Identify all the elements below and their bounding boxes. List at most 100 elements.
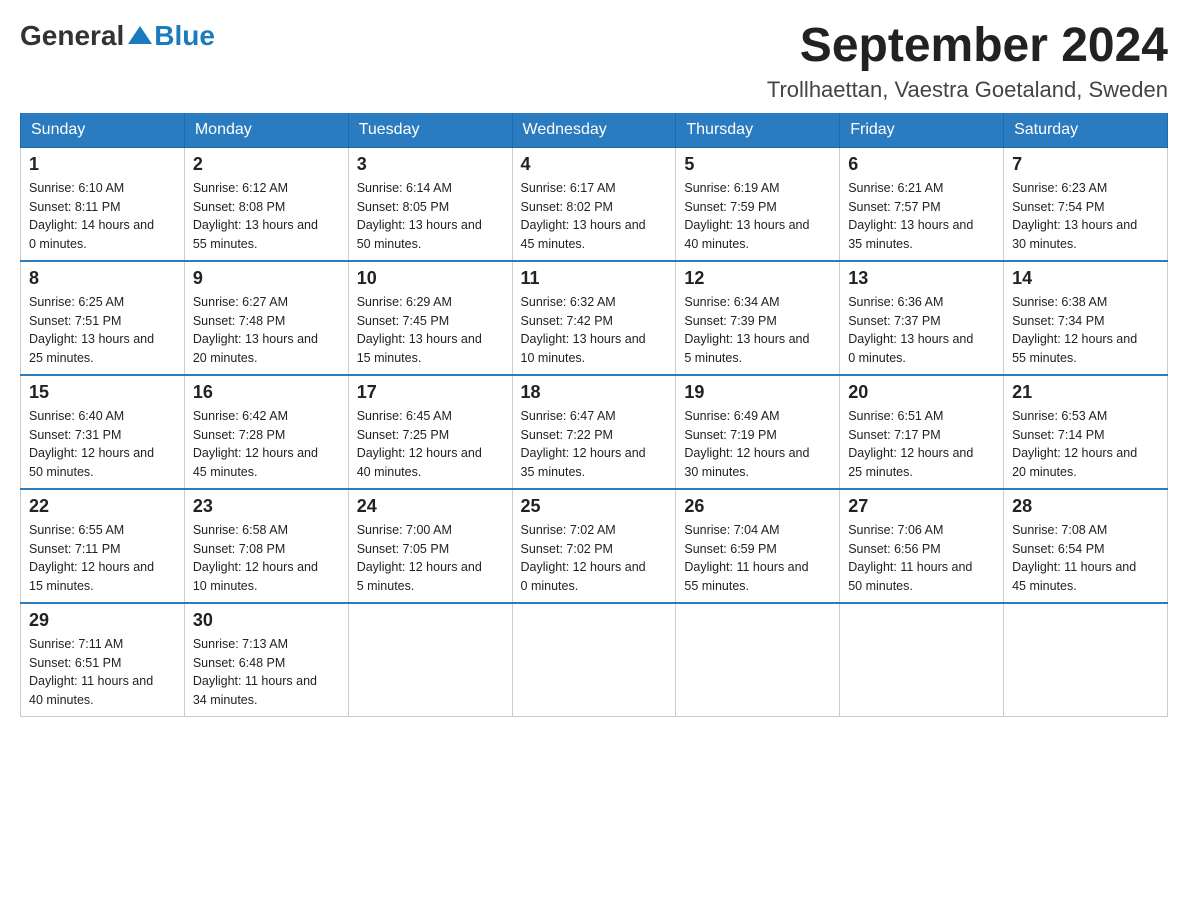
calendar-cell: 20 Sunrise: 6:51 AMSunset: 7:17 PMDayligh… xyxy=(840,375,1004,489)
day-info: Sunrise: 7:06 AMSunset: 6:56 PMDaylight:… xyxy=(848,521,995,596)
day-info: Sunrise: 6:14 AMSunset: 8:05 PMDaylight:… xyxy=(357,179,504,254)
calendar-week-row: 8 Sunrise: 6:25 AMSunset: 7:51 PMDaylight… xyxy=(21,261,1168,375)
day-info: Sunrise: 6:51 AMSunset: 7:17 PMDaylight:… xyxy=(848,407,995,482)
day-info: Sunrise: 6:32 AMSunset: 7:42 PMDaylight:… xyxy=(521,293,668,368)
calendar-header-row: SundayMondayTuesdayWednesdayThursdayFrid… xyxy=(21,113,1168,148)
day-info: Sunrise: 7:13 AMSunset: 6:48 PMDaylight:… xyxy=(193,635,340,710)
calendar-cell: 8 Sunrise: 6:25 AMSunset: 7:51 PMDaylight… xyxy=(21,261,185,375)
calendar-cell: 29 Sunrise: 7:11 AMSunset: 6:51 PMDayligh… xyxy=(21,603,185,717)
day-info: Sunrise: 7:04 AMSunset: 6:59 PMDaylight:… xyxy=(684,521,831,596)
day-info: Sunrise: 6:53 AMSunset: 7:14 PMDaylight:… xyxy=(1012,407,1159,482)
day-info: Sunrise: 6:45 AMSunset: 7:25 PMDaylight:… xyxy=(357,407,504,482)
calendar-cell: 9 Sunrise: 6:27 AMSunset: 7:48 PMDaylight… xyxy=(184,261,348,375)
weekday-header-tuesday: Tuesday xyxy=(348,113,512,148)
title-block: September 2024 Trollhaettan, Vaestra Goe… xyxy=(767,20,1168,103)
calendar-cell: 18 Sunrise: 6:47 AMSunset: 7:22 PMDayligh… xyxy=(512,375,676,489)
calendar-cell: 23Sunrise: 6:58 AMSunset: 7:08 PMDayligh… xyxy=(184,489,348,603)
day-number: 2 xyxy=(193,154,340,175)
calendar-cell: 15Sunrise: 6:40 AMSunset: 7:31 PMDayligh… xyxy=(21,375,185,489)
weekday-header-saturday: Saturday xyxy=(1004,113,1168,148)
day-number: 26 xyxy=(684,496,831,517)
calendar-table: SundayMondayTuesdayWednesdayThursdayFrid… xyxy=(20,113,1168,717)
day-info: Sunrise: 6:49 AMSunset: 7:19 PMDaylight:… xyxy=(684,407,831,482)
day-number: 14 xyxy=(1012,268,1159,289)
weekday-header-friday: Friday xyxy=(840,113,1004,148)
day-number: 22 xyxy=(29,496,176,517)
calendar-cell: 5Sunrise: 6:19 AMSunset: 7:59 PMDaylight… xyxy=(676,147,840,261)
day-number: 8 xyxy=(29,268,176,289)
logo-icon xyxy=(126,22,154,50)
calendar-cell: 30Sunrise: 7:13 AMSunset: 6:48 PMDayligh… xyxy=(184,603,348,717)
calendar-cell xyxy=(348,603,512,717)
day-number: 23 xyxy=(193,496,340,517)
page-header: General Blue September 2024 Trollhaettan… xyxy=(20,20,1168,103)
calendar-cell: 11 Sunrise: 6:32 AMSunset: 7:42 PMDayligh… xyxy=(512,261,676,375)
day-info: Sunrise: 6:21 AMSunset: 7:57 PMDaylight:… xyxy=(848,179,995,254)
calendar-cell xyxy=(840,603,1004,717)
day-number: 29 xyxy=(29,610,176,631)
calendar-cell: 1 Sunrise: 6:10 AMSunset: 8:11 PMDaylight… xyxy=(21,147,185,261)
day-number: 16 xyxy=(193,382,340,403)
day-number: 13 xyxy=(848,268,995,289)
day-number: 20 xyxy=(848,382,995,403)
calendar-cell: 12 Sunrise: 6:34 AMSunset: 7:39 PMDayligh… xyxy=(676,261,840,375)
day-info: Sunrise: 6:40 AMSunset: 7:31 PMDaylight:… xyxy=(29,407,176,482)
day-number: 3 xyxy=(357,154,504,175)
calendar-week-row: 29 Sunrise: 7:11 AMSunset: 6:51 PMDayligh… xyxy=(21,603,1168,717)
calendar-cell: 27 Sunrise: 7:06 AMSunset: 6:56 PMDayligh… xyxy=(840,489,1004,603)
calendar-cell: 10Sunrise: 6:29 AMSunset: 7:45 PMDayligh… xyxy=(348,261,512,375)
day-info: Sunrise: 6:38 AMSunset: 7:34 PMDaylight:… xyxy=(1012,293,1159,368)
weekday-header-sunday: Sunday xyxy=(21,113,185,148)
day-info: Sunrise: 7:11 AMSunset: 6:51 PMDaylight:… xyxy=(29,635,176,710)
weekday-header-thursday: Thursday xyxy=(676,113,840,148)
calendar-cell: 3 Sunrise: 6:14 AMSunset: 8:05 PMDaylight… xyxy=(348,147,512,261)
day-info: Sunrise: 7:02 AMSunset: 7:02 PMDaylight:… xyxy=(521,521,668,596)
calendar-cell: 19Sunrise: 6:49 AMSunset: 7:19 PMDayligh… xyxy=(676,375,840,489)
day-info: Sunrise: 7:00 AMSunset: 7:05 PMDaylight:… xyxy=(357,521,504,596)
calendar-week-row: 22 Sunrise: 6:55 AMSunset: 7:11 PMDayligh… xyxy=(21,489,1168,603)
day-number: 28 xyxy=(1012,496,1159,517)
calendar-cell: 28 Sunrise: 7:08 AMSunset: 6:54 PMDayligh… xyxy=(1004,489,1168,603)
calendar-cell: 6 Sunrise: 6:21 AMSunset: 7:57 PMDaylight… xyxy=(840,147,1004,261)
weekday-header-monday: Monday xyxy=(184,113,348,148)
day-number: 17 xyxy=(357,382,504,403)
day-info: Sunrise: 6:47 AMSunset: 7:22 PMDaylight:… xyxy=(521,407,668,482)
day-number: 5 xyxy=(684,154,831,175)
calendar-cell: 26 Sunrise: 7:04 AMSunset: 6:59 PMDayligh… xyxy=(676,489,840,603)
calendar-cell: 22 Sunrise: 6:55 AMSunset: 7:11 PMDayligh… xyxy=(21,489,185,603)
calendar-cell xyxy=(1004,603,1168,717)
logo-text-blue: Blue xyxy=(154,20,215,52)
calendar-cell: 2 Sunrise: 6:12 AMSunset: 8:08 PMDaylight… xyxy=(184,147,348,261)
calendar-cell: 14 Sunrise: 6:38 AMSunset: 7:34 PMDayligh… xyxy=(1004,261,1168,375)
day-info: Sunrise: 6:27 AMSunset: 7:48 PMDaylight:… xyxy=(193,293,340,368)
day-number: 18 xyxy=(521,382,668,403)
day-number: 27 xyxy=(848,496,995,517)
day-number: 9 xyxy=(193,268,340,289)
day-number: 12 xyxy=(684,268,831,289)
day-number: 25 xyxy=(521,496,668,517)
calendar-cell: 4Sunrise: 6:17 AMSunset: 8:02 PMDaylight… xyxy=(512,147,676,261)
calendar-cell: 25 Sunrise: 7:02 AMSunset: 7:02 PMDayligh… xyxy=(512,489,676,603)
day-number: 21 xyxy=(1012,382,1159,403)
calendar-cell: 16 Sunrise: 6:42 AMSunset: 7:28 PMDayligh… xyxy=(184,375,348,489)
weekday-header-wednesday: Wednesday xyxy=(512,113,676,148)
day-info: Sunrise: 6:34 AMSunset: 7:39 PMDaylight:… xyxy=(684,293,831,368)
day-info: Sunrise: 6:55 AMSunset: 7:11 PMDaylight:… xyxy=(29,521,176,596)
calendar-week-row: 1 Sunrise: 6:10 AMSunset: 8:11 PMDaylight… xyxy=(21,147,1168,261)
day-info: Sunrise: 7:08 AMSunset: 6:54 PMDaylight:… xyxy=(1012,521,1159,596)
calendar-cell: 13 Sunrise: 6:36 AMSunset: 7:37 PMDayligh… xyxy=(840,261,1004,375)
day-info: Sunrise: 6:25 AMSunset: 7:51 PMDaylight:… xyxy=(29,293,176,368)
calendar-week-row: 15Sunrise: 6:40 AMSunset: 7:31 PMDayligh… xyxy=(21,375,1168,489)
day-info: Sunrise: 6:42 AMSunset: 7:28 PMDaylight:… xyxy=(193,407,340,482)
logo: General Blue xyxy=(20,20,215,52)
calendar-cell: 21 Sunrise: 6:53 AMSunset: 7:14 PMDayligh… xyxy=(1004,375,1168,489)
month-title: September 2024 xyxy=(767,20,1168,73)
day-info: Sunrise: 6:36 AMSunset: 7:37 PMDaylight:… xyxy=(848,293,995,368)
day-number: 11 xyxy=(521,268,668,289)
day-number: 4 xyxy=(521,154,668,175)
day-info: Sunrise: 6:12 AMSunset: 8:08 PMDaylight:… xyxy=(193,179,340,254)
day-number: 24 xyxy=(357,496,504,517)
day-info: Sunrise: 6:10 AMSunset: 8:11 PMDaylight:… xyxy=(29,179,176,254)
day-number: 6 xyxy=(848,154,995,175)
day-number: 1 xyxy=(29,154,176,175)
